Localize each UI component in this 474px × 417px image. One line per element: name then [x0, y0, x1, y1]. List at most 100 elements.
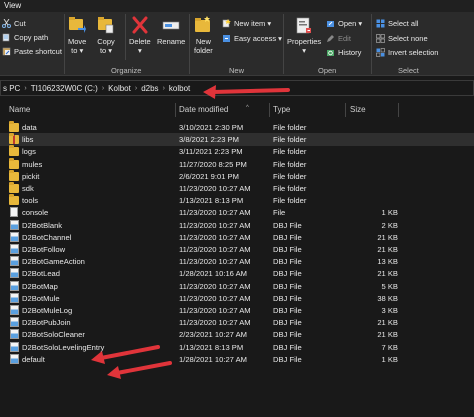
delete-label-1: Delete [129, 37, 151, 46]
file-date-modified: 11/23/2020 10:27 AM [179, 245, 251, 254]
breadcrumb-kolbot[interactable]: kolbot [169, 84, 190, 93]
file-date-modified: 1/28/2021 10:16 AM [179, 269, 247, 279]
file-size: 13 KB [377, 257, 398, 267]
file-row[interactable]: libs 3/8/2021 2:23 PM File folder [0, 133, 474, 147]
file-row[interactable]: data 3/10/2021 2:30 PM File folder [0, 121, 474, 134]
new-item-button[interactable]: New item ▾ [222, 18, 271, 29]
file-name: D2BotSoloLevelingEntry [22, 342, 105, 352]
easy-access-button[interactable]: Easy access ▾ [222, 33, 282, 44]
file-row[interactable]: console 11/23/2020 10:27 AM File 1 KB [0, 206, 474, 219]
file-row[interactable]: sdk 11/23/2020 10:27 AM File folder [0, 182, 474, 195]
address-bar[interactable]: s PC › TI106232W0C (C:) › Kolbot › d2bs … [0, 80, 474, 96]
file-row[interactable]: pickit 2/6/2021 9:01 PM File folder [0, 169, 474, 183]
delete-button[interactable]: Delete ▾ [129, 15, 151, 55]
file-name: D2BotMap [22, 281, 58, 291]
file-size: 21 KB [377, 245, 398, 254]
open-button[interactable]: Open ▾ [326, 18, 362, 29]
file-row[interactable]: D2BotSoloCleaner 2/23/2021 10:27 AM DBJ Fi… [0, 328, 474, 341]
file-name: D2BotSoloCleaner [22, 330, 85, 340]
rename-button[interactable]: Rename [157, 15, 185, 46]
column-header-type[interactable]: Type [273, 105, 290, 114]
breadcrumb-chevron-icon: › [162, 84, 165, 92]
file-size: 5 KB [381, 281, 398, 291]
file-row[interactable]: D2BotMuleLog 11/23/2020 10:27 AM DBJ File 3… [0, 304, 474, 317]
file-date-modified: 11/23/2020 10:27 AM [179, 257, 251, 267]
edit-button[interactable]: Edit [326, 33, 351, 44]
file-row[interactable]: D2BotGameAction 11/23/2020 10:27 AM DBJ Fi… [0, 255, 474, 268]
invert-selection-button[interactable]: Invert selection [376, 47, 438, 58]
properties-button[interactable]: Properties ▾ [287, 15, 321, 55]
file-date-modified: 3/10/2021 2:30 PM [179, 123, 244, 132]
copy-to-button[interactable]: Copy to ▾ [97, 15, 115, 55]
file-type: File folder [273, 196, 307, 206]
column-divider[interactable] [269, 103, 270, 117]
column-header-size[interactable]: Size [350, 105, 366, 114]
new-group-label: New [229, 66, 245, 75]
breadcrumb-kolbot-root[interactable]: Kolbot [108, 84, 131, 93]
file-type: File [273, 208, 286, 218]
file-date-modified: 11/23/2020 10:27 AM [179, 220, 251, 230]
file-row[interactable]: D2BotLead 1/28/2021 10:16 AM DBJ File 21 KB [0, 267, 474, 280]
select-all-button[interactable]: Select all [376, 18, 418, 29]
rename-label: Rename [157, 37, 186, 46]
file-row[interactable]: logs 3/11/2021 2:23 PM File folder [0, 145, 474, 158]
tab-view[interactable]: View [4, 1, 21, 10]
history-label: History [338, 48, 362, 57]
new-folder-label-1: New [195, 37, 211, 46]
file-name: tools [22, 196, 39, 206]
file-row[interactable]: D2BotSoloLevelingEntry 1/13/2021 8:13 PM D… [0, 341, 474, 354]
select-none-button[interactable]: Select none [376, 33, 428, 44]
file-name: pickit [22, 171, 40, 181]
file-row[interactable]: D2BotMule 11/23/2020 10:27 AM DBJ File 38 K… [0, 292, 474, 305]
file-name: D2BotPubJoin [22, 318, 71, 328]
dbj-file-icon [10, 244, 19, 254]
copy-path-button[interactable]: Copy path [2, 32, 48, 43]
paste-shortcut-button[interactable]: Paste shortcut [2, 46, 62, 57]
file-row[interactable]: D2BotMap 11/23/2020 10:27 AM DBJ File 5 KB [0, 280, 474, 293]
file-date-modified: 2/23/2021 10:27 AM [179, 330, 247, 340]
move-to-button[interactable]: Move to ▾ [68, 15, 86, 55]
new-folder-button[interactable]: New folder [194, 15, 213, 55]
breadcrumb-drive[interactable]: TI106232W0C (C:) [31, 84, 98, 93]
copy-to-icon [97, 15, 115, 35]
column-divider[interactable] [398, 103, 399, 117]
file-date-modified: 11/23/2020 10:27 AM [179, 232, 251, 242]
file-row[interactable]: mules 11/27/2020 8:25 PM File folder [0, 157, 474, 171]
column-header-name[interactable]: Name [9, 105, 30, 114]
file-size: 21 KB [377, 232, 398, 242]
history-button[interactable]: History [326, 47, 361, 58]
file-row[interactable]: tools 1/13/2021 8:13 PM File folder [0, 194, 474, 207]
select-none-icon [376, 34, 385, 43]
file-row[interactable]: default 1/28/2021 10:27 AM DBJ File 1 KB [0, 353, 474, 366]
breadcrumb-this-pc[interactable]: s PC [3, 84, 20, 93]
file-type: File folder [273, 135, 307, 145]
file-size: 21 KB [377, 269, 398, 279]
copy-path-label: Copy path [14, 33, 49, 42]
file-size: 38 KB [377, 293, 398, 303]
breadcrumb-d2bs[interactable]: d2bs [141, 84, 158, 93]
file-row[interactable]: D2BotChannel 11/23/2020 10:27 AM DBJ File 2… [0, 231, 474, 244]
file-type: DBJ File [273, 318, 302, 328]
file-type: DBJ File [273, 293, 302, 303]
dbj-file-icon [10, 219, 19, 230]
ribbon-tab-bar: View [0, 0, 474, 12]
select-group-label: Select [398, 66, 419, 75]
column-divider[interactable] [345, 103, 346, 117]
file-date-modified: 11/27/2020 8:25 PM [179, 159, 247, 169]
file-size: 1 KB [381, 354, 398, 364]
breadcrumb-chevron-icon: › [134, 84, 138, 92]
cut-button[interactable]: Cut [2, 18, 26, 29]
column-header-date[interactable]: Date modified [179, 105, 228, 114]
column-divider[interactable] [175, 103, 176, 117]
file-type: File folder [273, 123, 307, 132]
delete-label-2: ▾ [137, 46, 142, 55]
file-row[interactable]: D2BotBlank 11/23/2020 10:27 AM DBJ File 2 K… [0, 219, 474, 232]
file-row[interactable]: D2BotFollow 11/23/2020 10:27 AM DBJ File 21… [0, 243, 474, 256]
file-date-modified: 11/23/2020 10:27 AM [179, 306, 251, 315]
folder-icon [9, 157, 19, 169]
file-type: DBJ File [273, 257, 302, 267]
file-row[interactable]: D2BotPubJoin 11/23/2020 10:27 AM DBJ File 2… [0, 316, 474, 329]
file-icon [10, 207, 18, 218]
file-name: mules [22, 159, 43, 169]
file-name: D2BotChannel [22, 232, 72, 242]
